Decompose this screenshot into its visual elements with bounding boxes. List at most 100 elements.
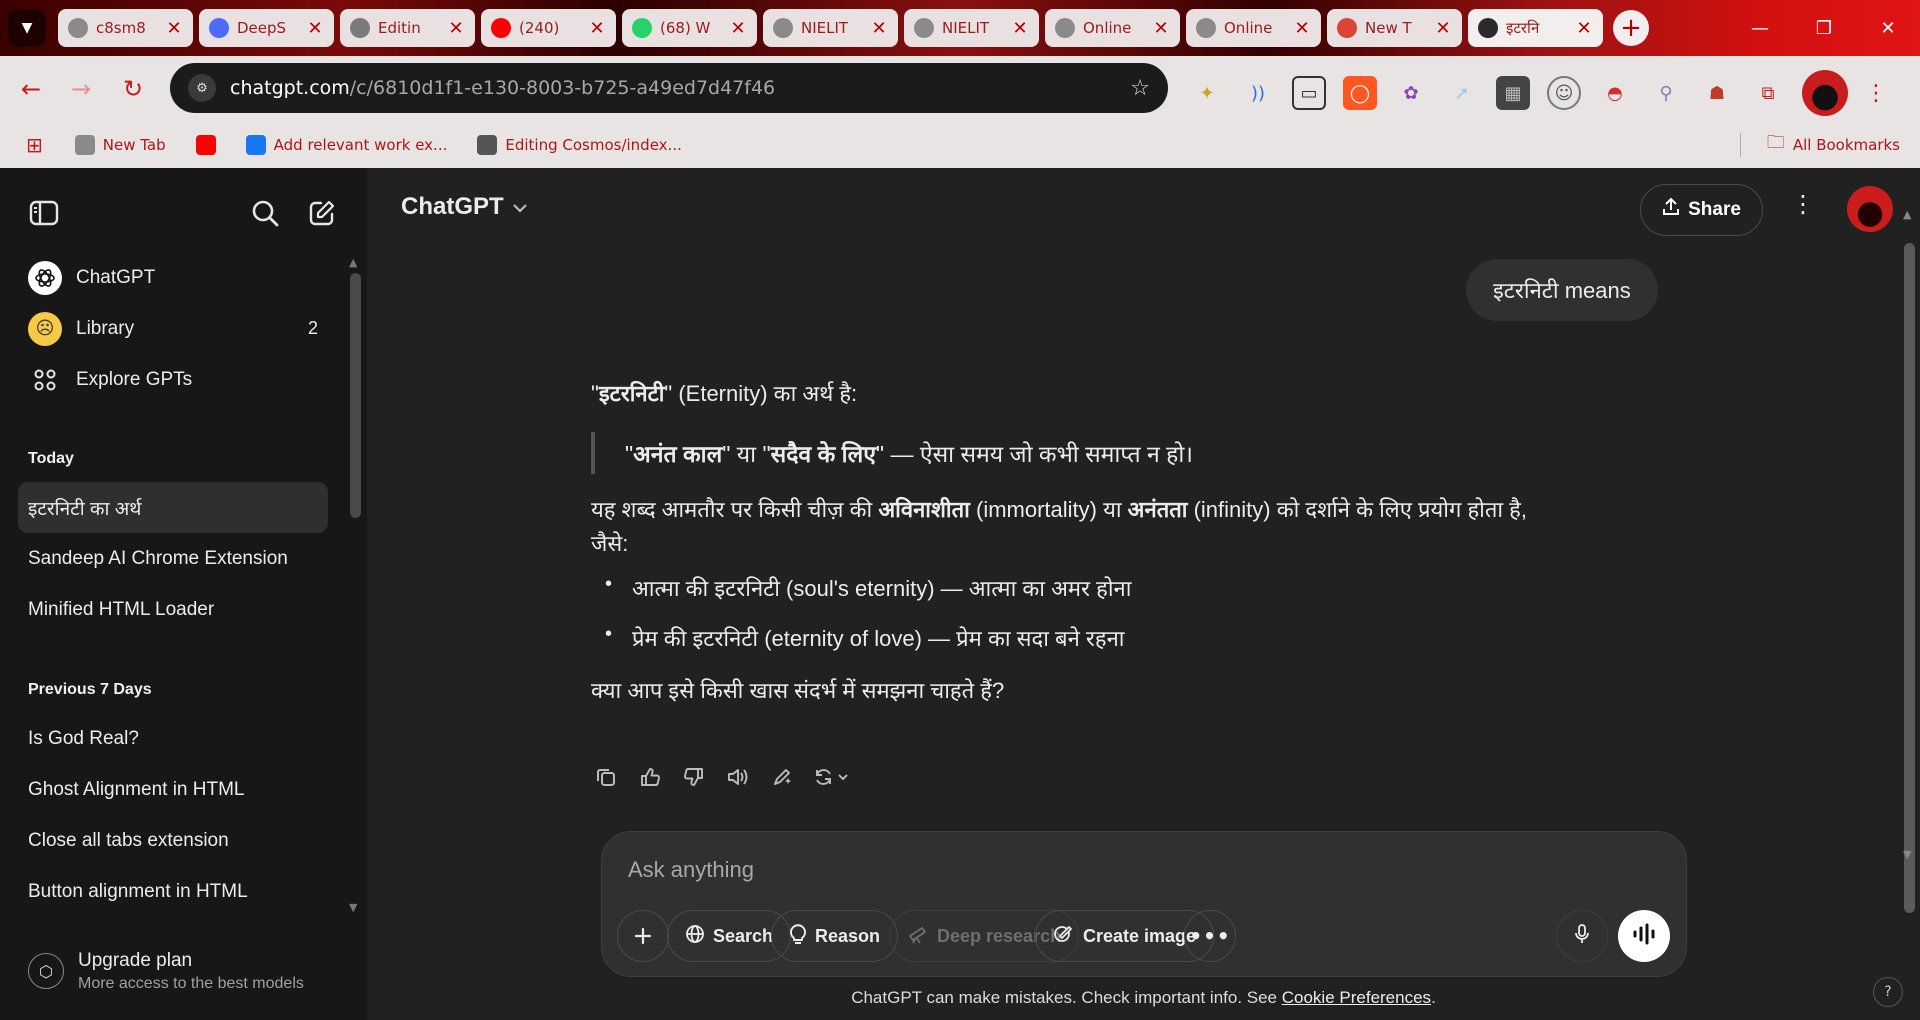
chat-item[interactable]: Is God Real? (18, 713, 328, 764)
chat-item[interactable]: Sandeep AI Chrome Extension (18, 533, 328, 584)
toggle-sidebar-icon[interactable] (27, 196, 61, 230)
close-tab-icon[interactable]: ✕ (1575, 18, 1593, 39)
bookmark-item[interactable] (195, 134, 216, 155)
extension-mask-icon[interactable]: ☗ (1700, 76, 1734, 110)
prompt-input[interactable] (628, 852, 1658, 888)
openai-icon (28, 260, 62, 295)
search-chats-icon[interactable] (248, 196, 282, 230)
bookmarks-bar: ⊞ New Tab Add relevant work ex... Editing … (0, 121, 1920, 168)
browser-tab[interactable]: इटरनि ✕ (1468, 9, 1603, 47)
browser-tab[interactable]: DeepS ✕ (199, 9, 334, 47)
help-button[interactable]: ? (1873, 977, 1903, 1007)
chat-item[interactable]: Button alignment in HTML (18, 866, 328, 917)
extension-face-icon[interactable]: ☺ (1547, 76, 1581, 110)
tab-title: DeepS (237, 19, 287, 37)
close-tab-icon[interactable]: ✕ (1011, 18, 1029, 39)
tab-search-button[interactable]: ▼ (8, 9, 46, 47)
sidebar-item-library[interactable]: ☹ Library 2 (18, 303, 328, 354)
new-chat-icon[interactable] (305, 196, 339, 230)
sidebar-item-explore-gpts[interactable]: Explore GPTs (18, 354, 328, 405)
section-today: Today (28, 450, 74, 467)
sidebar-scrollbar[interactable] (350, 273, 361, 518)
main-scrollbar[interactable] (1904, 243, 1915, 913)
cookie-preferences-link[interactable]: Cookie Preferences (1282, 988, 1431, 1007)
voice-mode-button[interactable] (1618, 910, 1670, 962)
copy-icon[interactable] (591, 762, 621, 792)
main-scroll-down-arrow[interactable]: ▼ (1903, 848, 1911, 861)
browser-tab[interactable]: Online ✕ (1045, 9, 1180, 47)
close-tab-icon[interactable]: ✕ (1293, 18, 1311, 39)
browser-tab[interactable]: NIELIT ✕ (904, 9, 1039, 47)
browser-tab[interactable]: (68) W ✕ (622, 9, 757, 47)
bookmark-star-icon[interactable]: ☆ (1130, 76, 1150, 101)
tab-title: Online (1224, 19, 1273, 37)
browser-tab[interactable]: Editin ✕ (340, 9, 475, 47)
extensions-puzzle-icon[interactable]: ⧉ (1751, 76, 1785, 110)
sidebar-scroll-down-arrow[interactable]: ▼ (349, 901, 357, 914)
edit-in-canvas-icon[interactable] (767, 762, 797, 792)
attach-plus-button[interactable] (617, 910, 669, 962)
extension-brain-icon[interactable]: ✿ (1394, 76, 1428, 110)
site-settings-icon[interactable]: ⚙ (188, 74, 216, 102)
bookmark-item[interactable]: Editing Cosmos/index... (477, 134, 682, 155)
extension-wave-icon[interactable]: )) (1241, 76, 1275, 110)
close-tab-icon[interactable]: ✕ (1434, 18, 1452, 39)
browser-tab[interactable]: (240) ✕ (481, 9, 616, 47)
sidebar-item-chatgpt[interactable]: ChatGPT (18, 252, 328, 303)
extension-emblem-icon[interactable]: ✦ (1190, 76, 1224, 110)
sidebar-scroll-up-arrow[interactable]: ▲ (349, 256, 357, 269)
browser-tab[interactable]: New T ✕ (1327, 9, 1462, 47)
apps-grid-icon[interactable]: ⊞ (26, 133, 43, 157)
bookmark-item[interactable]: Add relevant work ex... (245, 134, 448, 155)
close-tab-icon[interactable]: ✕ (870, 18, 888, 39)
dictate-button[interactable] (1556, 910, 1608, 962)
tab-list: c8sm8 ✕ DeepS ✕ Editin ✕ (240) ✕ (68) W ✕ NIELIT ✕… (58, 9, 1603, 47)
minimize-button[interactable]: — (1728, 0, 1792, 56)
model-selector[interactable]: ChatGPT (401, 193, 528, 221)
back-button[interactable]: ← (14, 72, 48, 106)
address-bar[interactable]: ⚙ chatgpt.com/c/6810d1f1-e130-8003-b725-… (170, 63, 1168, 113)
browser-tab[interactable]: Online ✕ (1186, 9, 1321, 47)
close-tab-icon[interactable]: ✕ (165, 18, 183, 39)
close-tab-icon[interactable]: ✕ (729, 18, 747, 39)
close-tab-icon[interactable]: ✕ (447, 18, 465, 39)
chat-item[interactable]: Close all tabs extension (18, 815, 328, 866)
browser-menu-icon[interactable]: ⋮ (1865, 81, 1887, 106)
new-tab-button[interactable]: + (1613, 10, 1649, 46)
bookmark-label: Add relevant work ex... (273, 135, 448, 154)
extension-pokeball-icon[interactable]: ◓ (1598, 76, 1632, 110)
user-avatar[interactable] (1847, 186, 1893, 232)
regenerate-icon[interactable] (811, 762, 855, 792)
restore-button[interactable]: ❐ (1792, 0, 1856, 56)
extension-photo-icon[interactable]: ▦ (1496, 76, 1530, 110)
forward-button[interactable]: → (64, 72, 98, 106)
main-scroll-up-arrow[interactable]: ▲ (1903, 208, 1911, 221)
more-tools-button[interactable]: ••• (1184, 910, 1236, 962)
browser-tab[interactable]: c8sm8 ✕ (58, 9, 193, 47)
close-tab-icon[interactable]: ✕ (1152, 18, 1170, 39)
conversation-menu-icon[interactable]: ⋮ (1791, 190, 1815, 218)
upgrade-plan-button[interactable]: ⬡ Upgrade plan More access to the best m… (18, 938, 348, 1004)
close-tab-icon[interactable]: ✕ (306, 18, 324, 39)
browser-profile-avatar[interactable] (1802, 70, 1848, 116)
github-icon (350, 18, 370, 38)
chat-item-active[interactable]: इटरनिटी का अर्थ (18, 482, 328, 533)
reload-button[interactable]: ↻ (116, 72, 150, 106)
url-text[interactable]: chatgpt.com/c/6810d1f1-e130-8003-b725-a4… (230, 77, 1116, 99)
read-aloud-icon[interactable] (723, 762, 753, 792)
reason-tool-button[interactable]: Reason (771, 910, 899, 962)
close-tab-icon[interactable]: ✕ (588, 18, 606, 39)
bookmark-item[interactable]: New Tab (74, 134, 166, 155)
chat-item[interactable]: Minified HTML Loader (18, 584, 328, 635)
thumbs-up-icon[interactable] (635, 762, 665, 792)
share-button[interactable]: Share (1640, 184, 1763, 236)
extension-figure-icon[interactable]: ⚲ (1649, 76, 1683, 110)
close-window-button[interactable]: ✕ (1856, 0, 1920, 56)
browser-tab[interactable]: NIELIT ✕ (763, 9, 898, 47)
extension-arrow-icon[interactable]: ➚ (1445, 76, 1479, 110)
all-bookmarks-button[interactable]: 🗀 All Bookmarks (1767, 130, 1900, 160)
thumbs-down-icon[interactable] (679, 762, 709, 792)
extension-record-icon[interactable]: ◯ (1343, 76, 1377, 110)
extension-screen-icon[interactable]: ▭ (1292, 76, 1326, 110)
chat-item[interactable]: Ghost Alignment in HTML (18, 764, 328, 815)
